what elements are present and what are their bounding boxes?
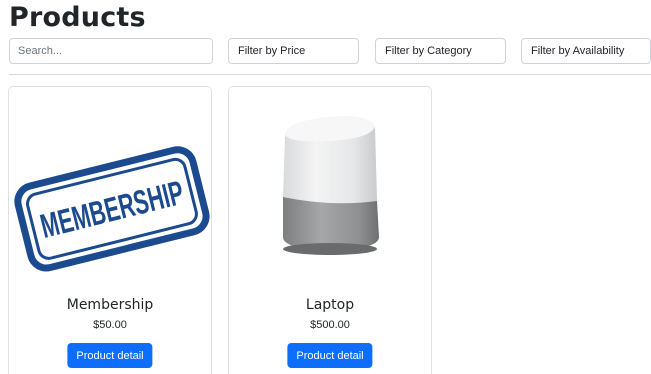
product-name: Membership xyxy=(66,297,154,313)
availability-filter-label: Filter by Availability xyxy=(531,45,625,57)
product-price: $50.00 xyxy=(93,319,127,331)
category-filter-label: Filter by Category xyxy=(385,45,472,57)
header-divider xyxy=(9,74,651,75)
product-detail-button[interactable]: Product detail xyxy=(287,343,373,368)
product-card: Laptop $500.00 Product detail xyxy=(228,86,432,374)
price-filter-label: Filter by Price xyxy=(238,45,306,57)
products-page: Products Filter by Price Filter by Categ… xyxy=(0,0,651,374)
filter-bar: Filter by Price Filter by Category Filte… xyxy=(9,38,651,64)
price-filter-select[interactable]: Filter by Price xyxy=(228,38,359,64)
product-card: MEMBERSHIP Membership $50.00 Product det… xyxy=(8,86,212,374)
svg-text:MEMBERSHIP: MEMBERSHIP xyxy=(37,174,188,246)
availability-filter-select[interactable]: Filter by Availability xyxy=(521,38,651,64)
product-detail-button[interactable]: Product detail xyxy=(67,343,153,368)
membership-stamp-image: MEMBERSHIP xyxy=(14,146,210,272)
product-name: Laptop xyxy=(305,297,355,313)
smart-speaker-image xyxy=(283,116,379,255)
search-input[interactable] xyxy=(9,38,213,64)
page-title: Products xyxy=(9,2,146,33)
category-filter-select[interactable]: Filter by Category xyxy=(375,38,506,64)
product-price: $500.00 xyxy=(310,319,350,331)
